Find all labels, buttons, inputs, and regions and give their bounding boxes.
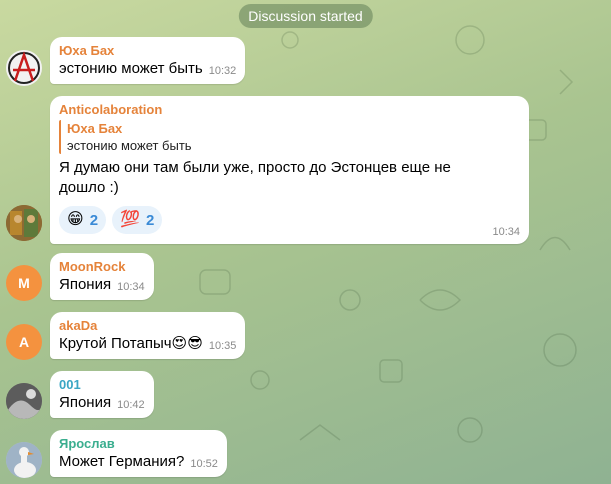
message-time: 10:42 (117, 399, 145, 411)
reactions-row: 😁 2 💯 2 (59, 206, 520, 234)
avatar-letter: A (18, 334, 30, 350)
reaction-count: 2 (89, 211, 99, 229)
grinning-emoji-icon: 😁 (67, 211, 84, 228)
message-time: 10:34 (117, 281, 145, 293)
anarchy-symbol-icon (8, 51, 40, 84)
avatar[interactable] (6, 442, 42, 478)
sender-name[interactable]: akaDa (59, 317, 236, 334)
hundred-points-emoji-icon: 💯 (120, 211, 140, 228)
sender-name[interactable]: MoonRock (59, 258, 145, 275)
avatar-letter: M (18, 275, 30, 291)
message-bubble[interactable]: 001 Япония 10:42 (50, 371, 154, 418)
sender-name[interactable]: Юха Бах (59, 42, 236, 59)
message-time: 10:35 (208, 340, 237, 352)
avatar[interactable] (6, 383, 42, 419)
message-bubble[interactable]: Юха Бах эстонию может быть 10:32 (50, 37, 246, 84)
reply-sender: Юха Бах (67, 121, 123, 136)
avatar[interactable]: M (6, 265, 42, 301)
service-message: Discussion started (238, 4, 373, 28)
message-bubble[interactable]: Anticolaboration Юха Бах эстонию может б… (50, 96, 529, 244)
avatar[interactable] (6, 205, 42, 241)
message-bubble[interactable]: MoonRock Япония 10:34 (50, 253, 154, 300)
message-time: 10:32 (208, 65, 237, 77)
sender-name[interactable]: Ярослав (59, 435, 218, 452)
message-text: Крутой Потапыч😍😎 (59, 335, 203, 352)
message-time: 10:34 (492, 226, 520, 238)
message-text: Япония (59, 394, 112, 411)
avatar[interactable] (6, 50, 42, 86)
painting-avatar-icon (6, 205, 42, 241)
message-text: Может Германия? (59, 453, 185, 470)
message-text: Япония (59, 276, 112, 293)
message-bubble[interactable]: akaDa Крутой Потапыч😍😎 10:35 (50, 312, 246, 359)
reply-quote[interactable]: Юха Бах эстонию может быть (59, 120, 520, 154)
sender-name[interactable]: 001 (59, 376, 145, 393)
message-text: эстонию может быть (59, 60, 203, 77)
reaction-hundred[interactable]: 💯 2 (112, 206, 163, 234)
goose-avatar-icon (6, 442, 42, 478)
reply-text: эстонию может быть (67, 138, 192, 153)
reaction-grinning[interactable]: 😁 2 (59, 206, 107, 234)
gray-photo-avatar-icon (6, 383, 42, 419)
avatar[interactable]: A (6, 324, 42, 360)
message-bubble[interactable]: Ярослав Может Германия? 10:52 (50, 430, 227, 477)
reaction-count: 2 (145, 211, 155, 229)
sender-name[interactable]: Anticolaboration (59, 101, 520, 118)
message-text: Я думаю они там были уже, просто до Эсто… (59, 159, 451, 196)
message-time: 10:52 (190, 458, 218, 470)
